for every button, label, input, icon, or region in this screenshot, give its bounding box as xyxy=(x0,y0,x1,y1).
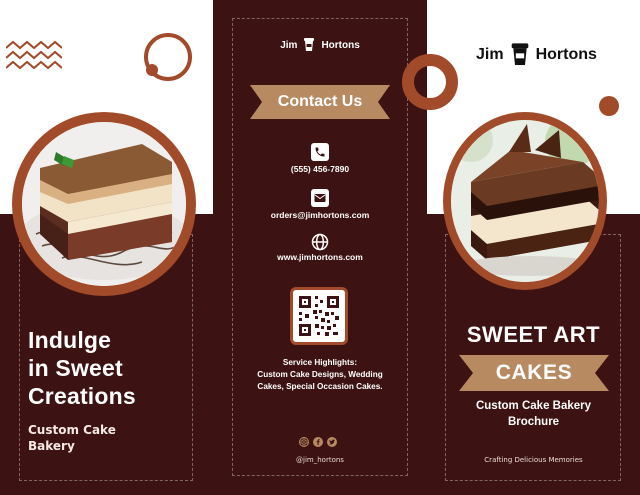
brand-logo: Jim Hortons xyxy=(476,43,597,67)
right-subtitle-line: Brochure xyxy=(507,416,560,428)
highlights-line: Custom Cake Designs, Wedding xyxy=(257,370,383,379)
twitter-icon[interactable] xyxy=(327,437,337,447)
left-title-line: Indulge xyxy=(28,327,112,353)
globe-icon xyxy=(311,233,329,251)
left-title-line: Creations xyxy=(28,383,136,409)
phone-icon xyxy=(311,143,329,161)
dot-decoration xyxy=(599,96,619,116)
left-title-line: in Sweet xyxy=(28,355,123,381)
email-address[interactable]: orders@jimhortons.com xyxy=(213,210,427,220)
ring-decoration xyxy=(402,54,458,110)
right-title: SWEET ART xyxy=(466,322,601,347)
social-icons xyxy=(299,437,337,447)
instagram-icon[interactable] xyxy=(299,437,309,447)
left-title: Indulge in Sweet Creations xyxy=(28,326,136,410)
highlights-line: Service Highlights: xyxy=(282,358,358,367)
email-icon xyxy=(311,189,329,207)
right-subtitle: Custom Cake Bakery Brochure xyxy=(427,398,640,430)
website-link[interactable]: www.jimhortons.com xyxy=(213,252,427,262)
brochure-page: Indulge in Sweet Creations Custom Cake B… xyxy=(0,0,640,495)
service-highlights: Service Highlights: Custom Cake Designs,… xyxy=(213,357,427,393)
chocolate-cake-photo xyxy=(443,112,607,290)
left-subtitle: Custom Cake Bakery xyxy=(28,422,116,454)
cakes-heading: CAKES xyxy=(495,361,573,384)
cup-icon xyxy=(304,38,315,51)
brand-word: Jim xyxy=(476,46,504,63)
brand-logo-small: Jim Hortons xyxy=(213,38,427,52)
facebook-icon[interactable] xyxy=(313,437,323,447)
zigzag-decoration xyxy=(6,40,62,70)
qr-code-icon[interactable] xyxy=(290,287,348,345)
social-handle[interactable]: @jim_hortons xyxy=(213,456,427,464)
tagline: Crafting Delicious Memories xyxy=(484,456,583,464)
right-subtitle-line: Custom Cake Bakery xyxy=(475,400,592,412)
cup-icon xyxy=(511,43,528,65)
brand-word: Jim xyxy=(280,39,298,51)
left-subtitle-line: Bakery xyxy=(28,439,75,453)
contact-heading: Contact Us xyxy=(277,93,363,110)
tiramisu-photo xyxy=(12,112,196,296)
brand-word: Hortons xyxy=(535,46,597,63)
brand-word: Hortons xyxy=(321,39,360,51)
left-subtitle-line: Custom Cake xyxy=(28,423,116,437)
dot-decoration xyxy=(146,64,158,76)
phone-number[interactable]: (555) 456-7890 xyxy=(213,164,427,174)
highlights-line: Cakes, Special Occasion Cakes. xyxy=(257,382,383,391)
